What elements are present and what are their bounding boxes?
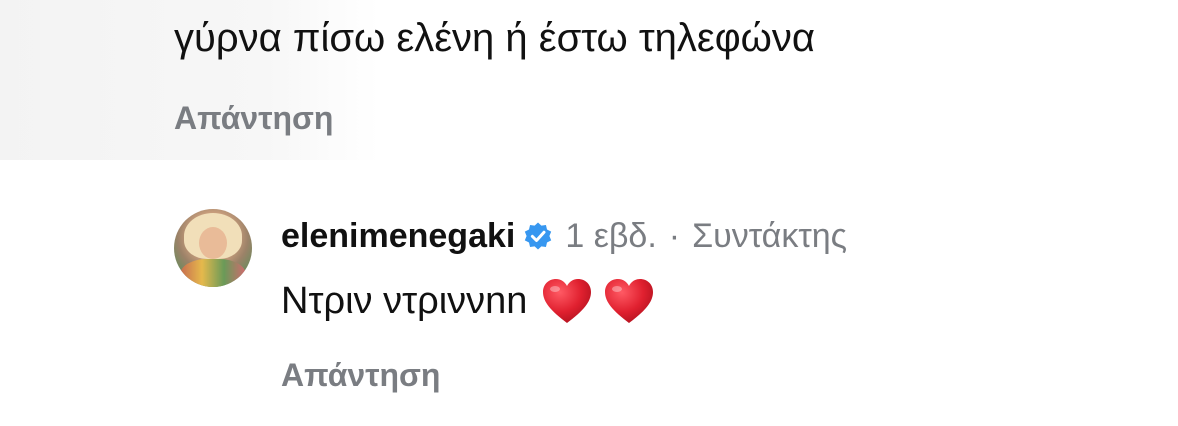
author-role-label: Συντάκτης <box>692 216 848 255</box>
avatar[interactable] <box>174 209 252 287</box>
reply-comment-text: Ντριν ντριννnn <box>281 279 528 322</box>
meta-separator: · <box>668 216 681 255</box>
comment-time: 1 εβδ. <box>565 216 657 255</box>
avatar-face <box>199 227 227 259</box>
comments-panel: γύρνα πίσω ελένη ή έστω τηλεφώνα Απάντησ… <box>0 0 1178 426</box>
verified-badge-icon <box>525 222 552 250</box>
reply-button[interactable]: Απάντηση <box>174 100 333 137</box>
avatar-dress <box>180 259 246 287</box>
parent-comment-text: γύρνα πίσω ελένη ή έστω τηλεφώνα <box>174 16 816 60</box>
reply-button[interactable]: Απάντηση <box>281 357 440 394</box>
comment-meta: elenimenegaki 1 εβδ. · Συντάκτης <box>281 212 847 260</box>
username-link[interactable]: elenimenegaki <box>281 217 515 256</box>
reply-comment: Ντριν ντριννnn <box>281 276 655 326</box>
red-heart-icon <box>605 279 654 323</box>
red-heart-icon <box>543 279 592 323</box>
